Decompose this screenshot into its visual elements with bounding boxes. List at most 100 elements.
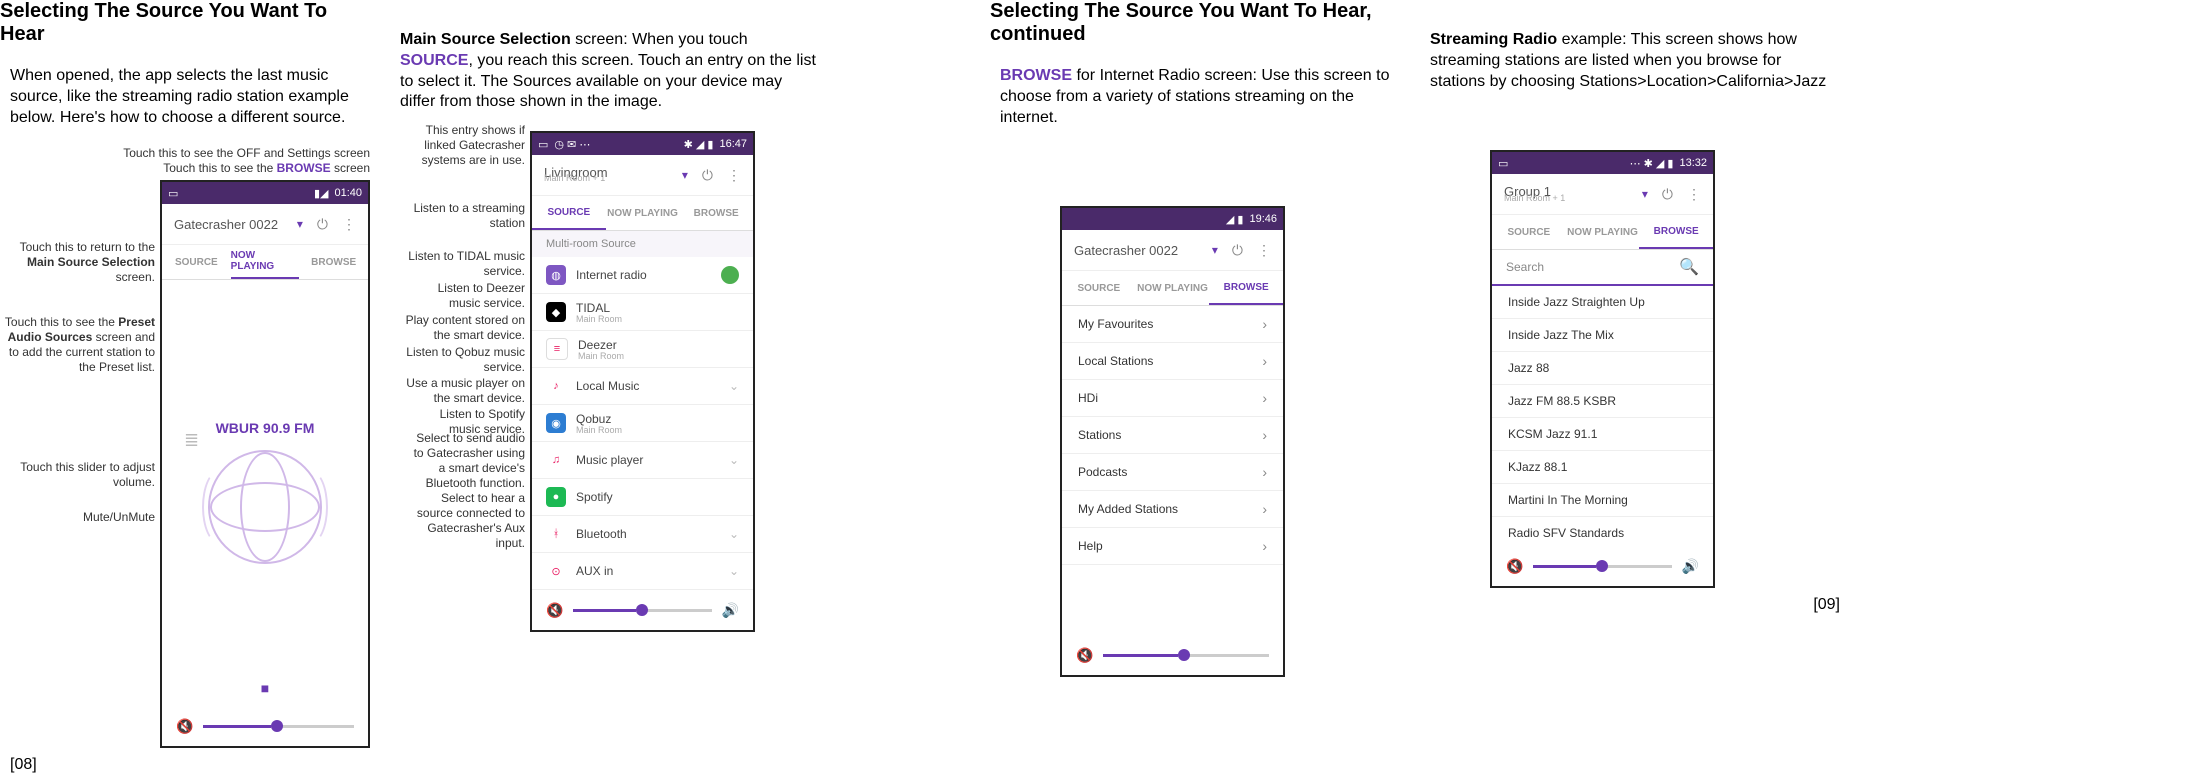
chevron-down-icon: ⌄ xyxy=(729,527,739,541)
playback-controls[interactable]: ■ xyxy=(162,670,368,706)
chevron-right-icon: › xyxy=(1262,501,1267,517)
tab-browse[interactable]: BROWSE xyxy=(679,196,753,230)
music-note-icon: ♫ xyxy=(546,450,566,470)
search-row[interactable]: Search 🔍 xyxy=(1492,250,1713,286)
status-bar: ▭ ▮◢ 01:40 xyxy=(162,182,368,204)
status-bar: ◢ ▮ 19:46 xyxy=(1062,208,1283,230)
browse-row-label: My Added Stations xyxy=(1078,502,1178,516)
mute-icon[interactable]: 🔇 xyxy=(176,718,193,735)
tab-source[interactable]: SOURCE xyxy=(1062,271,1136,305)
station-row[interactable]: KJazz 88.1 xyxy=(1492,451,1713,484)
chevron-right-icon: › xyxy=(1262,464,1267,480)
menu-dots-icon[interactable]: ⋮ xyxy=(1257,242,1271,259)
station-row[interactable]: Radio SFV Standards xyxy=(1492,517,1713,546)
chevron-right-icon: › xyxy=(1262,390,1267,406)
callout-deezer: Listen to Deezer music service. xyxy=(405,281,525,311)
preset-list-icon[interactable] xyxy=(184,430,214,454)
col1-intro: When opened, the app selects the last mu… xyxy=(10,66,370,128)
row-qobuz[interactable]: ◉QobuzMain Room xyxy=(532,405,753,442)
tab-browse[interactable]: BROWSE xyxy=(1639,215,1713,249)
browse-row[interactable]: My Favourites› xyxy=(1062,306,1283,343)
tab-source[interactable]: SOURCE xyxy=(1492,215,1566,249)
globe-icon: ◍ xyxy=(546,265,566,285)
station-row[interactable]: Martini In The Morning xyxy=(1492,484,1713,517)
browse-row[interactable]: Help› xyxy=(1062,528,1283,565)
browse-row-label: Local Stations xyxy=(1078,354,1153,368)
callout-preset: Touch this to see the Preset Audio Sourc… xyxy=(0,315,155,375)
callout-local: Play content stored on the smart device. xyxy=(405,313,525,343)
power-icon[interactable]: ⏻ xyxy=(1662,186,1673,203)
dropdown-icon[interactable]: ▾ xyxy=(1212,243,1218,257)
station-row[interactable]: KCSM Jazz 91.1 xyxy=(1492,418,1713,451)
search-placeholder: Search xyxy=(1506,260,1544,274)
row-local-music[interactable]: ♪Local Music⌄ xyxy=(532,368,753,405)
search-icon[interactable]: 🔍 xyxy=(1679,257,1699,277)
volume-slider[interactable] xyxy=(1103,654,1269,657)
station-row[interactable]: Inside Jazz Straighten Up xyxy=(1492,286,1713,319)
page-number-right: [09] xyxy=(1430,596,1840,614)
power-icon[interactable]: ⏻ xyxy=(702,167,713,184)
power-icon[interactable]: ⏻ xyxy=(1232,242,1243,259)
tabs: SOURCE NOW PLAYING BROWSE xyxy=(1062,271,1283,306)
callout-bt: Select to send audio to Gatecrasher usin… xyxy=(405,431,525,491)
section-heading-right: Selecting The Source You Want To Hear, c… xyxy=(990,0,1400,46)
menu-dots-icon[interactable]: ⋮ xyxy=(1687,186,1701,203)
tab-source[interactable]: SOURCE xyxy=(162,245,231,279)
speaker-icon[interactable]: 🔊 xyxy=(722,602,739,619)
callout-qobuz: Listen to Qobuz music service. xyxy=(405,345,525,375)
power-icon[interactable]: ⏻ xyxy=(317,216,328,233)
speaker-icon[interactable]: 🔊 xyxy=(1682,558,1699,575)
mute-icon[interactable]: 🔇 xyxy=(1506,558,1523,575)
clock: 01:40 xyxy=(334,187,362,199)
mute-icon[interactable]: 🔇 xyxy=(546,602,563,619)
page-number-left: [08] xyxy=(10,756,370,774)
browse-row[interactable]: HDi› xyxy=(1062,380,1283,417)
tab-now-playing[interactable]: NOW PLAYING xyxy=(1136,271,1210,305)
row-tidal[interactable]: ◆TIDALMain Room xyxy=(532,294,753,331)
row-aux[interactable]: ⊙AUX in⌄ xyxy=(532,553,753,590)
browse-row[interactable]: Podcasts › xyxy=(1062,454,1283,491)
chevron-down-icon: ⌄ xyxy=(729,379,739,393)
dropdown-icon[interactable]: ▾ xyxy=(1642,187,1648,201)
volume-slider[interactable] xyxy=(203,725,354,728)
menu-dots-icon[interactable]: ⋮ xyxy=(342,216,356,233)
row-deezer[interactable]: ≡DeezerMain Room xyxy=(532,331,753,368)
browse-row[interactable]: Stations› xyxy=(1062,417,1283,454)
col4-intro: Streaming Radio example: This screen sho… xyxy=(1430,30,1830,92)
dropdown-icon[interactable]: ▾ xyxy=(297,217,303,231)
volume-bar: 🔇 xyxy=(162,706,368,746)
callout-stream: Listen to a streaming station xyxy=(405,201,525,231)
dropdown-icon[interactable]: ▾ xyxy=(682,168,688,182)
browse-row-label: Help xyxy=(1078,539,1103,553)
tab-now-playing[interactable]: NOW PLAYING xyxy=(606,196,680,230)
menu-dots-icon[interactable]: ⋮ xyxy=(727,167,741,184)
tab-now-playing[interactable]: NOW PLAYING xyxy=(231,245,300,279)
row-bluetooth[interactable]: ᚼBluetooth⌄ xyxy=(532,516,753,553)
chevron-down-icon: ⌄ xyxy=(729,564,739,578)
station-row[interactable]: Jazz FM 88.5 KSBR xyxy=(1492,385,1713,418)
volume-bar: 🔇 🔊 xyxy=(1492,546,1713,586)
volume-slider[interactable] xyxy=(1533,565,1671,568)
mute-icon[interactable]: 🔇 xyxy=(1076,647,1093,664)
row-music-player[interactable]: ♫Music player⌄ xyxy=(532,442,753,479)
tab-browse[interactable]: BROWSE xyxy=(299,245,368,279)
tab-now-playing[interactable]: NOW PLAYING xyxy=(1566,215,1640,249)
tab-browse[interactable]: BROWSE xyxy=(1209,271,1283,305)
browse-row[interactable]: Local Stations› xyxy=(1062,343,1283,380)
row-internet-radio[interactable]: ◍Internet radio xyxy=(532,257,753,294)
station-row[interactable]: Inside Jazz The Mix xyxy=(1492,319,1713,352)
phone-browse: ◢ ▮ 19:46 Gatecrasher 0022 ▾ ⏻ ⋮ SOURCE … xyxy=(1060,206,1285,677)
browse-row[interactable]: My Added Stations › xyxy=(1062,491,1283,528)
browse-row-label: Stations xyxy=(1078,428,1121,442)
row-spotify[interactable]: ●Spotify xyxy=(532,479,753,516)
callout-volume: Touch this slider to adjust volume. xyxy=(0,460,155,490)
title-bar: Livingroom Main Room + 1 ▾ ⏻ ⋮ xyxy=(532,155,753,196)
station-row[interactable]: Jazz 88 xyxy=(1492,352,1713,385)
phone-now-playing: ▭ ▮◢ 01:40 Gatecrasher 0022 ▾ ⏻ ⋮ SOURCE… xyxy=(160,180,370,748)
tab-source[interactable]: SOURCE xyxy=(532,196,606,230)
status-bar: ▭◷ ✉ ⋯ ✱ ◢ ▮ 16:47 xyxy=(532,133,753,155)
bt-icon: ✱ ◢ ▮ xyxy=(684,138,714,151)
clock: 16:47 xyxy=(719,138,747,150)
volume-slider[interactable] xyxy=(573,609,711,612)
browse-row-label: Podcasts xyxy=(1078,465,1127,479)
